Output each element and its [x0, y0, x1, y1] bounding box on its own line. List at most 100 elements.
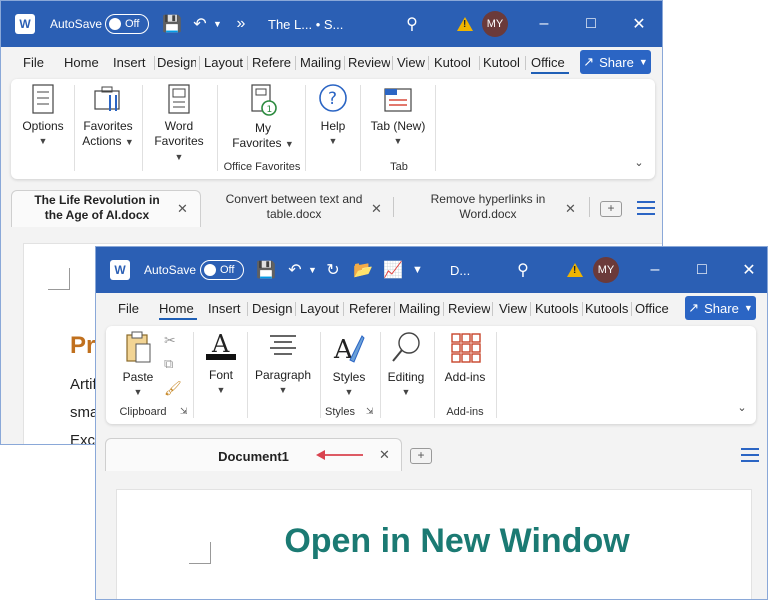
share-button[interactable]: ↗ Share ▼ — [580, 50, 651, 74]
plus-icon: + — [607, 201, 615, 215]
avatar[interactable]: MY — [593, 257, 619, 283]
group-office-favorites: Office Favorites — [223, 161, 301, 173]
favorites-actions-button[interactable]: Favorites Actions ▼ — [79, 83, 137, 150]
dialog-launcher-icon[interactable]: ⇲ — [366, 406, 374, 417]
chevron-down-icon[interactable]: ⌄ — [734, 400, 750, 416]
document-tabs: The Life Revolution in the Age of AI.doc… — [1, 187, 662, 227]
add-ins-grid-icon — [451, 333, 481, 363]
doc-tab-remove-hyperlinks[interactable]: Remove hyperlinks in Word.docx — [415, 192, 561, 226]
close-icon[interactable]: ✕ — [565, 201, 576, 217]
warning-icon[interactable] — [567, 263, 583, 277]
tab-home[interactable]: Home — [159, 301, 197, 320]
document-tabs: Document1 ✕ + — [96, 436, 767, 471]
chevron-down-icon[interactable]: ⌄ — [631, 155, 647, 171]
dialog-launcher-icon[interactable]: ⇲ — [180, 406, 188, 417]
search-icon[interactable]: ⚲ — [401, 13, 423, 35]
close-icon[interactable]: ✕ — [379, 447, 390, 463]
menu-icon[interactable] — [637, 201, 655, 215]
share-button[interactable]: ↗ Share ▼ — [685, 296, 756, 320]
help-icon: ? — [319, 84, 347, 112]
tab-office[interactable]: Office — [531, 55, 569, 74]
tab-insert[interactable]: Insert — [113, 55, 147, 70]
help-button[interactable]: ? Help ▼ — [313, 83, 353, 149]
more-commands-icon[interactable]: » — [230, 13, 252, 35]
tab-new-button[interactable]: Tab (New) ▼ — [367, 83, 429, 149]
options-icon — [32, 84, 54, 114]
tab-kutools-plus[interactable]: Kutools — [585, 301, 629, 316]
minimize-icon[interactable]: – — [532, 15, 556, 33]
undo-icon[interactable]: ↶ — [284, 259, 306, 281]
paste-clipboard-icon — [126, 331, 151, 363]
maximize-icon[interactable]: □ — [690, 261, 714, 279]
word-favorites-button[interactable]: Word Favorites ▼ — [149, 83, 209, 165]
new-tab-button[interactable]: + — [410, 448, 432, 464]
autosave-toggle[interactable]: Off — [200, 260, 244, 280]
warning-icon[interactable] — [457, 17, 473, 31]
cut-icon[interactable]: ✂ — [164, 332, 176, 349]
tab-view[interactable]: View — [499, 301, 527, 316]
group-clipboard: Clipboard — [119, 406, 167, 418]
tab-kutools-plus[interactable]: Kutool — [483, 55, 523, 70]
tab-insert[interactable]: Insert — [208, 301, 242, 316]
word-favorites-icon — [168, 84, 190, 114]
tab-design[interactable]: Design — [252, 301, 292, 316]
tab-layout[interactable]: Layout — [204, 55, 244, 70]
chevron-down-icon: ▼ — [328, 136, 338, 146]
tab-office[interactable]: Office — [635, 301, 673, 316]
redo-icon[interactable]: ↻ — [322, 259, 344, 281]
copy-icon[interactable]: ⧉ — [164, 356, 173, 372]
tab-kutools[interactable]: Kutools — [535, 301, 579, 316]
close-icon[interactable]: ✕ — [737, 260, 761, 280]
tab-design[interactable]: Design — [157, 55, 196, 70]
tab-review[interactable]: Review — [448, 301, 490, 316]
group-add-ins: Add-ins — [446, 406, 484, 418]
undo-icon[interactable]: ↶ — [189, 13, 211, 35]
font-button[interactable]: A Font ▼ — [199, 328, 243, 398]
format-painter-icon[interactable]: 🖌 — [164, 380, 182, 397]
document-page[interactable]: Open in New Window — [116, 489, 752, 599]
tab-mailings[interactable]: Mailing — [300, 55, 341, 70]
menu-icon[interactable] — [741, 448, 759, 462]
open-folder-icon[interactable]: 📂 — [352, 259, 374, 281]
avatar[interactable]: MY — [482, 11, 508, 37]
tab-view[interactable]: View — [397, 55, 425, 70]
search-icon[interactable]: ⚲ — [512, 259, 534, 281]
add-ins-button[interactable]: Add-ins — [440, 330, 490, 385]
doc-tab-life-revolution[interactable]: The Life Revolution in the Age of AI.doc… — [11, 190, 201, 227]
my-favorites-button[interactable]: 1 My Favorites ▼ — [229, 83, 297, 152]
autosave-toggle[interactable]: Off — [105, 14, 149, 34]
chevron-down-icon[interactable]: ▼ — [213, 19, 222, 29]
minimize-icon[interactable]: – — [643, 261, 667, 279]
editing-button[interactable]: Editing ▼ — [384, 330, 428, 400]
close-icon[interactable]: ✕ — [627, 14, 651, 34]
tab-kutools[interactable]: Kutool — [434, 55, 476, 70]
chevron-down-icon: ▼ — [38, 136, 48, 146]
tab-references[interactable]: Refere — [252, 55, 292, 70]
customize-toolbar-icon[interactable]: ▼ — [412, 264, 423, 276]
close-icon[interactable]: ✕ — [177, 201, 188, 217]
tab-mailings[interactable]: Mailing — [399, 301, 441, 316]
maximize-icon[interactable]: □ — [579, 15, 603, 33]
styles-button[interactable]: A Styles ▼ — [326, 330, 372, 400]
front-word-window: W AutoSave Off 💾 ↶▼ ↻ 📂 📈 ▼ D... ⚲ MY – … — [95, 246, 768, 600]
close-icon[interactable]: ✕ — [371, 201, 382, 217]
share-icon: ↗ — [688, 300, 700, 315]
chevron-down-icon[interactable]: ▼ — [308, 265, 317, 275]
tab-layout[interactable]: Layout — [300, 301, 340, 316]
options-button[interactable]: Options ▼ — [19, 83, 67, 149]
ribbon-panel: Options ▼ Favorites Actions ▼ Word Favor… — [11, 79, 655, 179]
paste-button[interactable]: Paste ▼ — [118, 330, 158, 400]
tab-review[interactable]: Review — [348, 55, 390, 70]
new-tab-button[interactable]: + — [600, 201, 622, 217]
paragraph-button[interactable]: Paragraph ▼ — [252, 328, 314, 398]
tab-home[interactable]: Home — [64, 55, 100, 70]
doc-tab-convert-text-table[interactable]: Convert between text and table.docx — [221, 192, 367, 226]
save-icon[interactable]: 💾 — [255, 259, 277, 281]
chart-icon[interactable]: 📈 — [382, 259, 404, 281]
chevron-down-icon: ▼ — [278, 385, 288, 395]
tab-file[interactable]: File — [118, 301, 140, 316]
tab-references[interactable]: Referer — [349, 301, 391, 316]
tab-file[interactable]: File — [23, 55, 45, 70]
save-icon[interactable]: 💾 — [161, 13, 183, 35]
ribbon-tabs: File Home Insert Design Layout Refere Ma… — [1, 47, 662, 77]
